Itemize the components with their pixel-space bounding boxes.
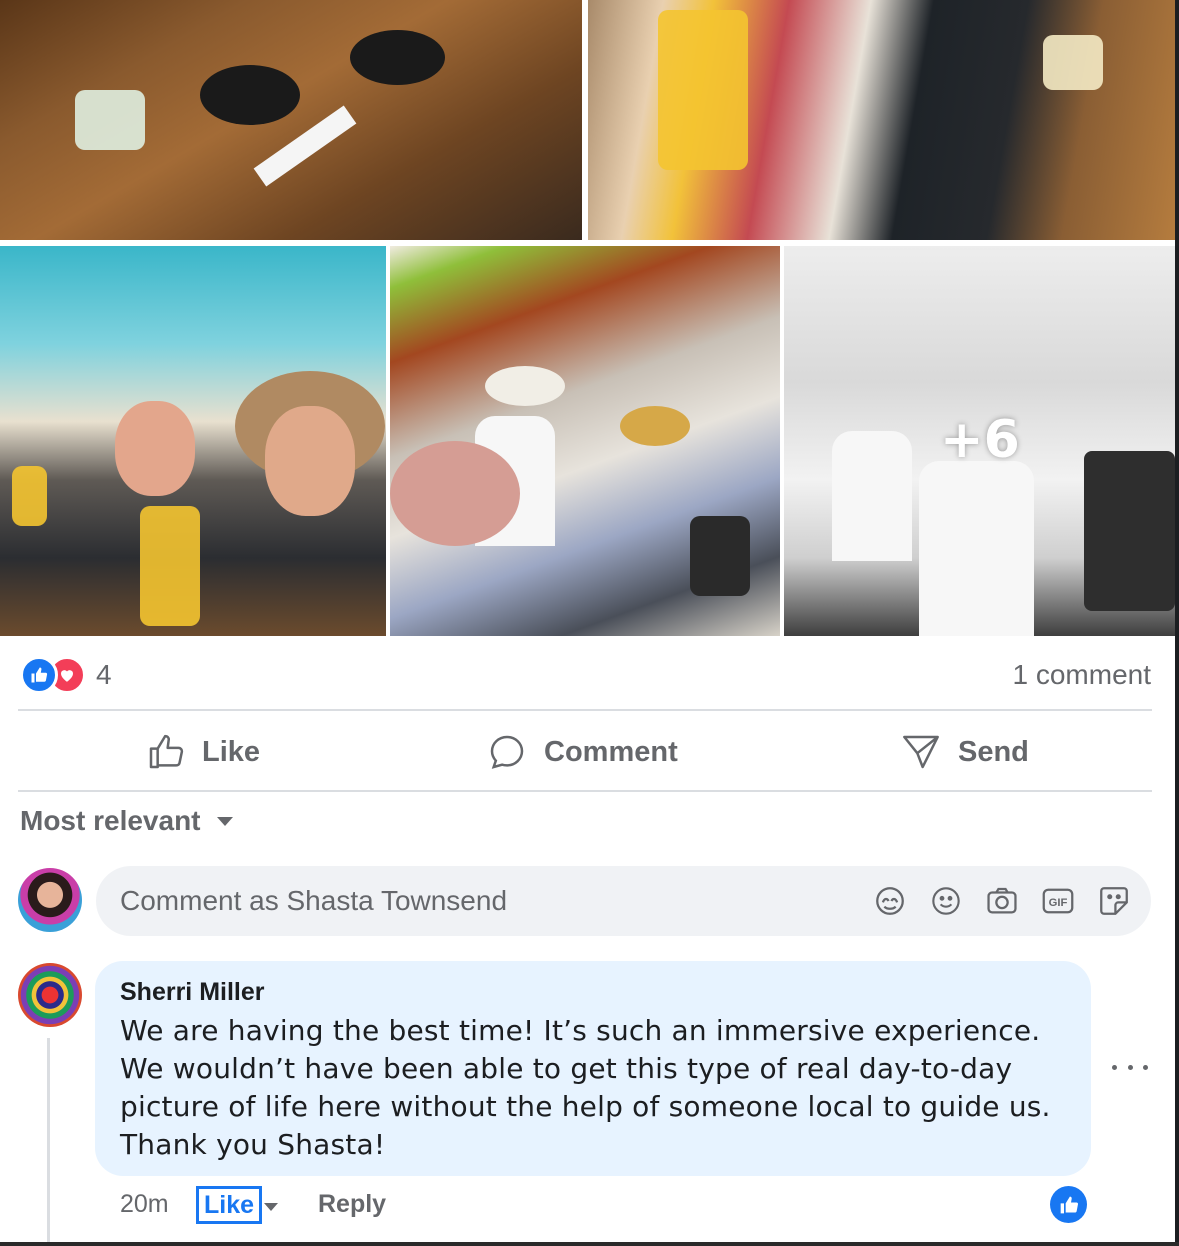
hat-shape <box>485 366 565 406</box>
avatar[interactable] <box>18 963 82 1027</box>
comment-timestamp[interactable]: 20m <box>120 1190 169 1219</box>
camera-icon[interactable] <box>984 883 1020 919</box>
bag-shape <box>690 516 750 596</box>
caret-down-icon <box>216 816 233 826</box>
svg-text:GIF: GIF <box>1049 897 1068 909</box>
comment-button[interactable]: Comment <box>486 730 678 774</box>
post-photo-1[interactable] <box>0 0 582 240</box>
glass-shape <box>12 466 47 526</box>
thumbs-up-icon <box>149 734 184 769</box>
comment-label: Comment <box>544 735 678 768</box>
glass-shape <box>1043 35 1103 90</box>
machine-shape <box>1084 451 1175 611</box>
send-label: Send <box>958 735 1029 768</box>
post-photo-4[interactable] <box>390 246 780 636</box>
comment-reply-button[interactable]: Reply <box>318 1190 386 1219</box>
face-shape <box>265 406 355 516</box>
glass-shape <box>658 10 748 170</box>
glass-shape <box>140 506 200 626</box>
plate-shape <box>350 30 445 85</box>
comment-input[interactable] <box>120 866 820 936</box>
like-button[interactable]: Like <box>146 730 260 774</box>
comment-author[interactable]: Sherri Miller <box>120 977 1066 1007</box>
send-button[interactable]: Send <box>900 730 1029 774</box>
divider <box>18 709 1152 711</box>
comment-composer[interactable]: GIF <box>96 866 1151 936</box>
like-icon <box>20 656 58 694</box>
window-edge <box>1175 0 1179 1246</box>
shirt-shape <box>832 431 912 561</box>
sort-label: Most relevant <box>20 805 201 836</box>
comment-bubble: Sherri Miller We are having the best tim… <box>95 961 1091 1176</box>
caret-down-icon[interactable] <box>264 1203 278 1211</box>
window-edge <box>0 1242 1179 1246</box>
post-photo-2[interactable] <box>588 0 1175 240</box>
comments-count-link[interactable]: 1 comment <box>1013 659 1152 691</box>
emoji-icon[interactable] <box>928 883 964 919</box>
more-photos-count[interactable]: +6 <box>940 410 1020 470</box>
like-label: Like <box>202 735 261 768</box>
shirt-shape <box>919 461 1034 636</box>
more-options-icon[interactable] <box>1112 1055 1148 1079</box>
glass-shape <box>75 90 145 150</box>
post-photo-3[interactable] <box>0 246 386 636</box>
avatar[interactable] <box>18 868 82 932</box>
comment-bubble-icon <box>490 735 524 769</box>
send-icon <box>903 735 939 769</box>
avatar-sticker-icon[interactable] <box>872 883 908 919</box>
plate-shape <box>200 65 300 125</box>
reaction-count: 4 <box>96 659 112 690</box>
like-icon[interactable] <box>1050 1186 1087 1223</box>
reaction-summary[interactable]: 4 <box>20 655 112 695</box>
comment-like-button[interactable]: Like <box>196 1186 263 1224</box>
gif-icon[interactable]: GIF <box>1040 883 1076 919</box>
divider <box>18 790 1152 792</box>
face-shape <box>115 401 195 496</box>
sticker-icon[interactable] <box>1096 883 1132 919</box>
comment-sort-dropdown[interactable]: Most relevant <box>20 805 233 837</box>
comment-text: We are having the best time! It’s such a… <box>120 1014 1051 1161</box>
hat-shape <box>390 441 520 546</box>
hat-shape <box>620 406 690 446</box>
thread-line <box>47 1038 50 1246</box>
